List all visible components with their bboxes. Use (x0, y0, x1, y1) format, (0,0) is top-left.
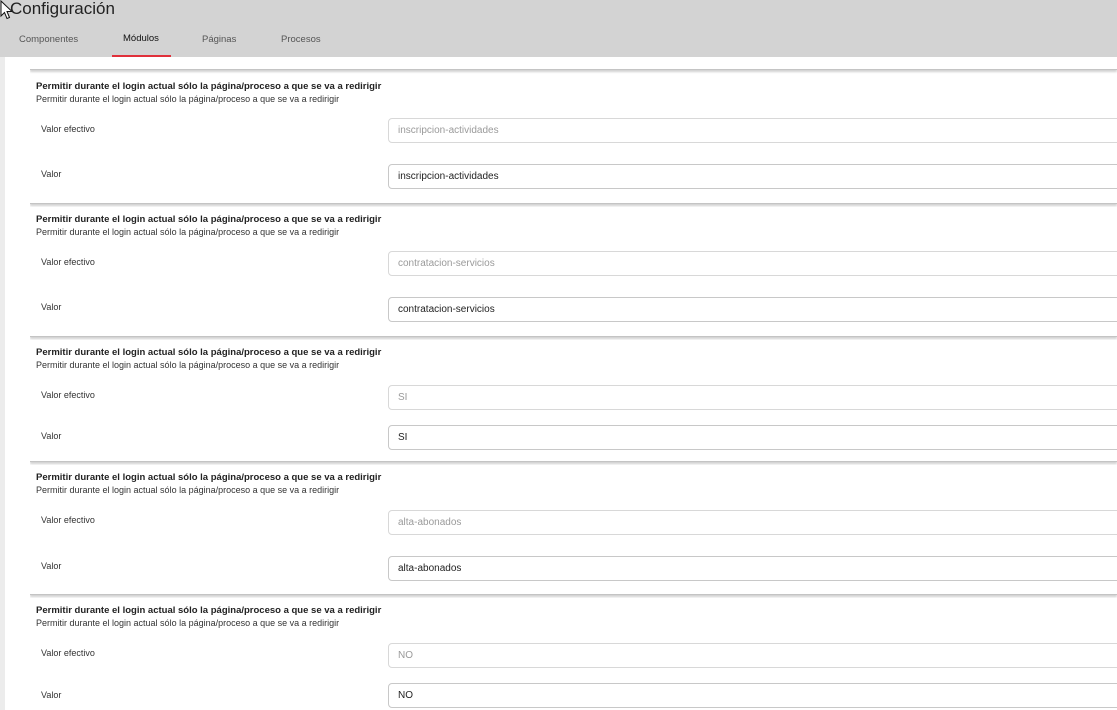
setting-description: Permitir durante el login actual sólo la… (36, 94, 340, 104)
setting-card: Permitir durante el login actual sólo la… (30, 340, 1117, 462)
tab-paginas[interactable]: Páginas (202, 34, 236, 46)
effective-value-label: Valor efectivo (41, 515, 95, 525)
left-gutter (0, 57, 5, 710)
effective-value-label: Valor efectivo (41, 390, 95, 400)
effective-value-field (388, 510, 1117, 535)
setting-title: Permitir durante el login actual sólo la… (36, 605, 382, 616)
effective-value-field (388, 251, 1117, 276)
setting-card: Permitir durante el login actual sólo la… (30, 207, 1117, 337)
setting-description: Permitir durante el login actual sólo la… (36, 618, 340, 628)
value-label: Valor (41, 561, 62, 571)
setting-title: Permitir durante el login actual sólo la… (36, 472, 382, 483)
setting-title: Permitir durante el login actual sólo la… (36, 81, 382, 92)
setting-card: Permitir durante el login actual sólo la… (30, 465, 1117, 595)
setting-title: Permitir durante el login actual sólo la… (36, 214, 382, 225)
value-label: Valor (41, 431, 62, 441)
active-tab-indicator (112, 55, 171, 57)
effective-value-field (388, 118, 1117, 143)
value-input[interactable] (388, 556, 1117, 581)
value-label: Valor (41, 169, 62, 179)
page-title: Configuración (10, 0, 115, 18)
value-input[interactable] (388, 425, 1117, 450)
setting-card-partial (30, 57, 1117, 70)
setting-title: Permitir durante el login actual sólo la… (36, 347, 382, 358)
value-input[interactable] (388, 297, 1117, 322)
value-input[interactable] (388, 683, 1117, 708)
value-label: Valor (41, 302, 62, 312)
settings-list: Permitir durante el login actual sólo la… (30, 57, 1117, 710)
value-label: Valor (41, 690, 62, 700)
effective-value-field (388, 643, 1117, 668)
setting-description: Permitir durante el login actual sólo la… (36, 227, 340, 237)
setting-description: Permitir durante el login actual sólo la… (36, 485, 340, 495)
tab-procesos[interactable]: Procesos (281, 34, 321, 46)
top-header: Configuración Componentes Módulos Página… (0, 0, 1117, 57)
setting-description: Permitir durante el login actual sólo la… (36, 360, 340, 370)
setting-card: Permitir durante el login actual sólo la… (30, 598, 1117, 710)
value-input[interactable] (388, 164, 1117, 189)
effective-value-label: Valor efectivo (41, 257, 95, 267)
effective-value-label: Valor efectivo (41, 124, 95, 134)
tab-modulos[interactable]: Módulos (123, 33, 159, 45)
tab-componentes[interactable]: Componentes (19, 34, 78, 46)
setting-card: Permitir durante el login actual sólo la… (30, 74, 1117, 204)
effective-value-field (388, 385, 1117, 410)
effective-value-label: Valor efectivo (41, 648, 95, 658)
